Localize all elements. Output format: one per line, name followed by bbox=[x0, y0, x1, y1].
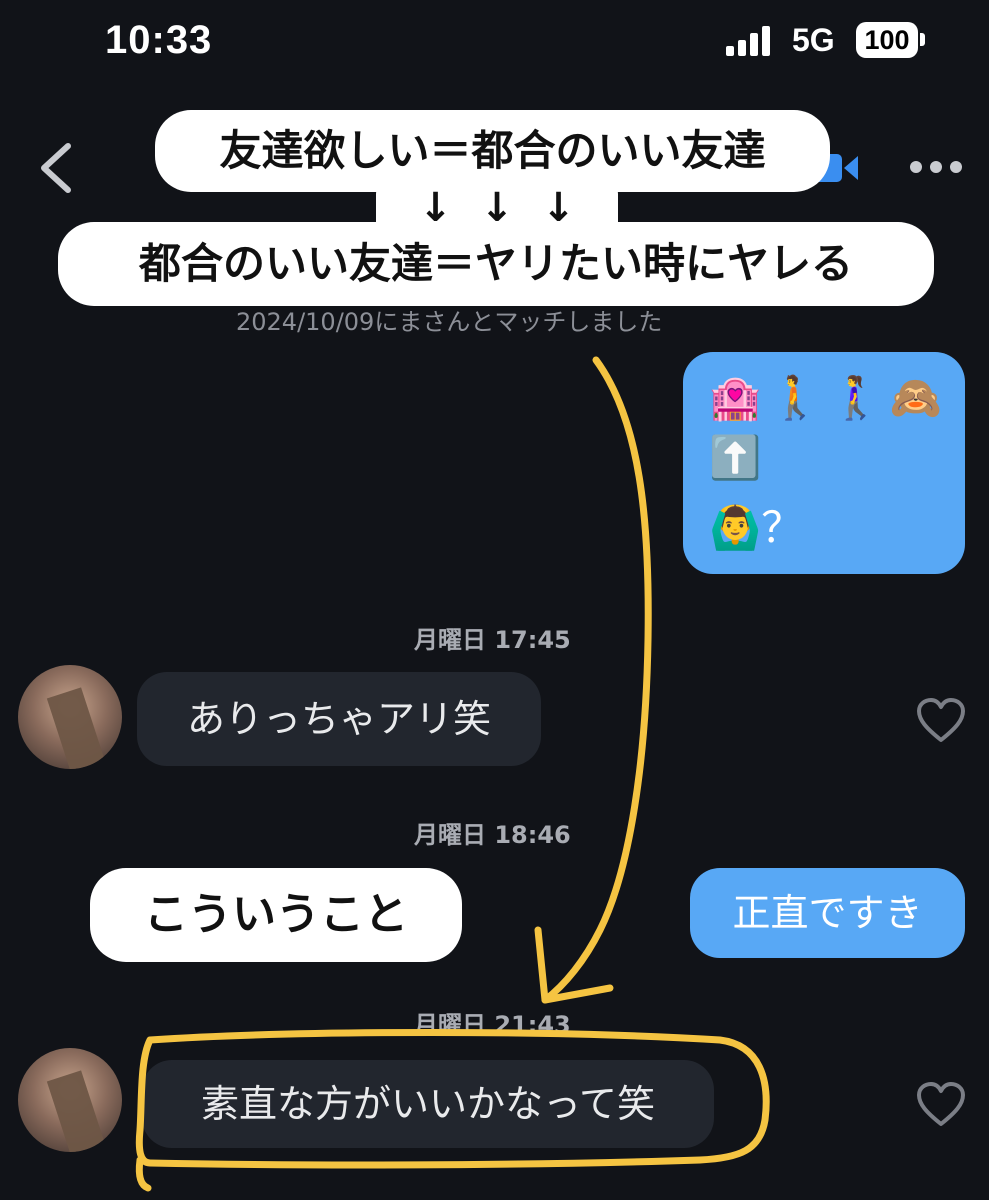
annotation-arrow-curve bbox=[541, 356, 652, 1004]
status-time: 10:33 bbox=[105, 18, 213, 62]
heart-icon[interactable] bbox=[916, 1082, 966, 1128]
message-timestamp: 月曜日 17:45 bbox=[414, 626, 571, 654]
censor-bar bbox=[46, 687, 106, 769]
battery-level: 100 bbox=[856, 22, 918, 58]
message-timestamp: 月曜日 18:46 bbox=[414, 821, 571, 849]
outgoing-emoji-message[interactable]: 🏩🚶🚶‍♀️🙈 ⬆️ 🙆‍♂️？ bbox=[683, 352, 965, 574]
emoji-line: 🙆‍♂️？ bbox=[709, 503, 804, 552]
caption-left: こういうこと bbox=[90, 868, 462, 962]
more-dots-icon[interactable] bbox=[906, 155, 966, 179]
message-timestamp: 月曜日 21:43 bbox=[414, 1011, 571, 1039]
emoji-line: 🏩🚶🚶‍♀️🙈 bbox=[709, 373, 951, 422]
chevron-left-icon[interactable] bbox=[36, 140, 76, 196]
signal-strength-icon bbox=[726, 24, 774, 56]
avatar[interactable] bbox=[18, 1048, 122, 1152]
network-type: 5G bbox=[792, 22, 835, 58]
heart-icon[interactable] bbox=[916, 698, 966, 744]
battery-icon bbox=[920, 33, 925, 46]
censor-bar bbox=[46, 1070, 106, 1152]
emoji-line: ⬆️ bbox=[709, 433, 762, 482]
avatar[interactable] bbox=[18, 665, 122, 769]
outgoing-message[interactable]: 正直ですき bbox=[690, 868, 965, 958]
incoming-message[interactable]: 素直な方がいいかなって笑 bbox=[142, 1060, 714, 1148]
annotation-arrowhead bbox=[534, 926, 614, 1004]
annotation-tail bbox=[135, 1156, 152, 1192]
incoming-message[interactable]: ありっちゃアリ笑 bbox=[137, 672, 541, 766]
caption-mid: 都合のいい友達＝ヤリたい時にヤレる bbox=[58, 222, 934, 306]
match-notice: 2024/10/09にまさんとマッチしました bbox=[236, 308, 663, 336]
